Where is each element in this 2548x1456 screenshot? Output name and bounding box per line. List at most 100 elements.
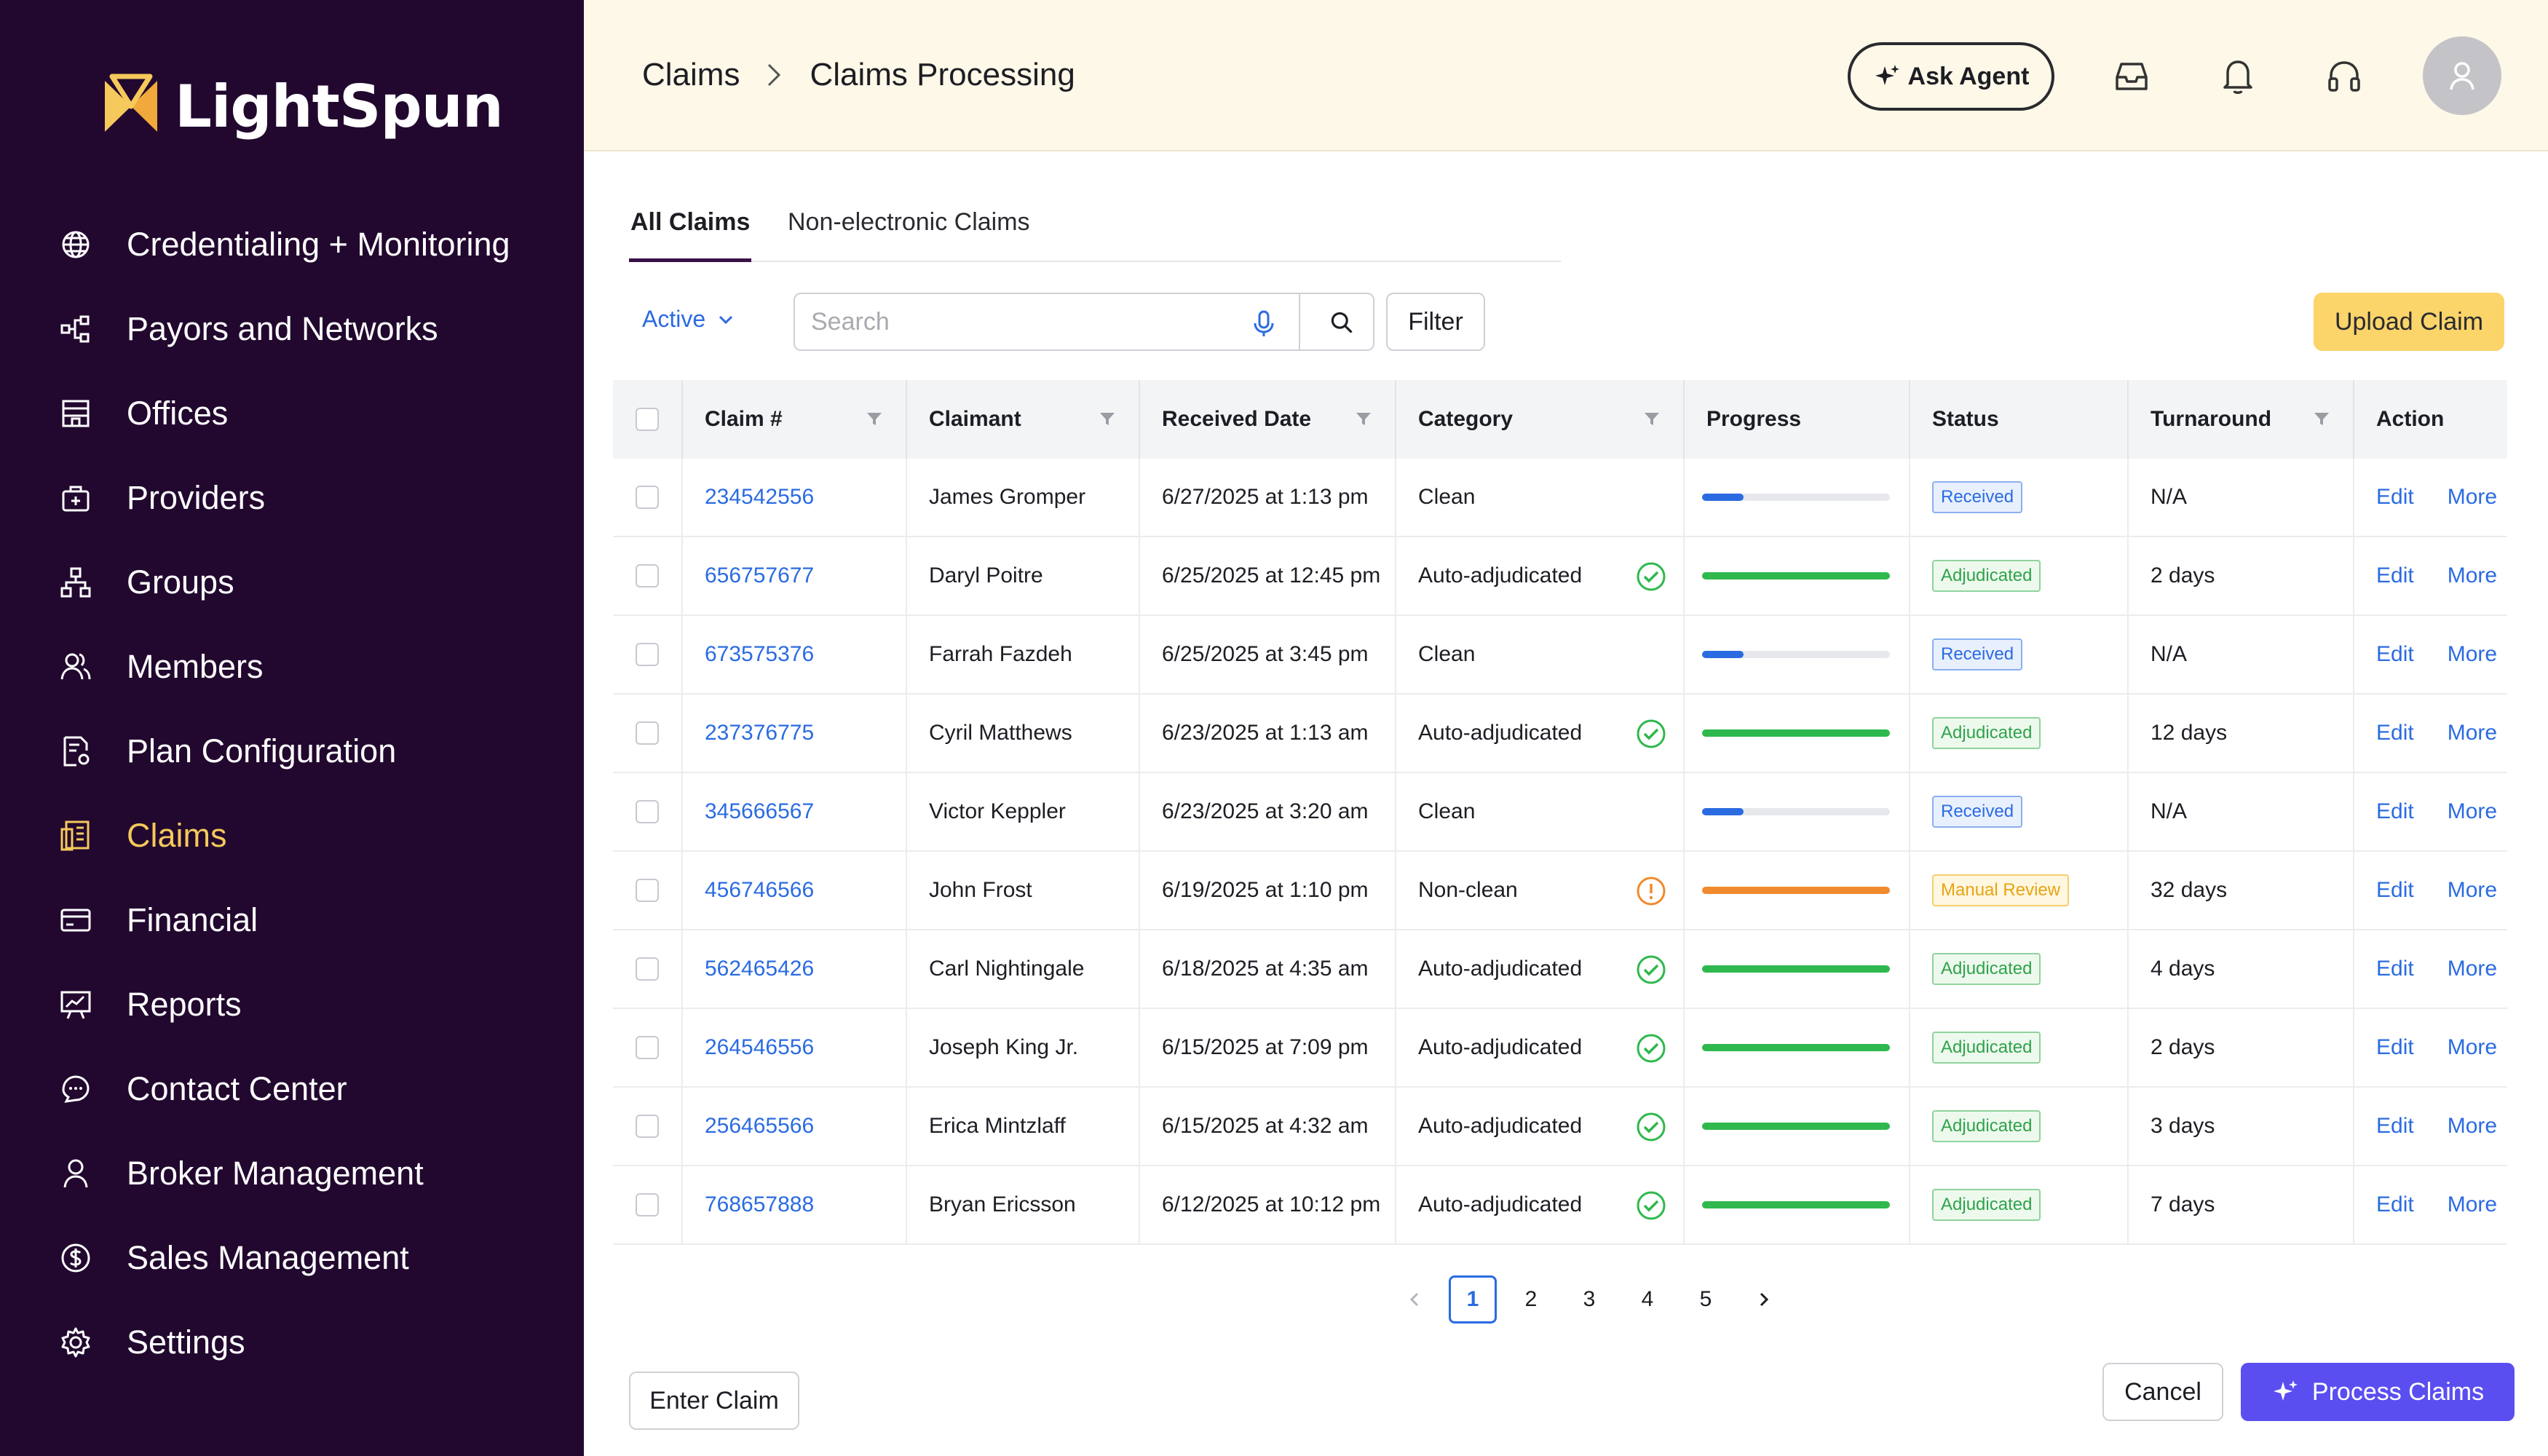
more-link[interactable]: More	[2448, 799, 2497, 824]
ask-agent-button[interactable]: Ask Agent	[1848, 42, 2054, 111]
table-row[interactable]: 264546556 Joseph King Jr. 6/15/2025 at 7:0…	[613, 1009, 2507, 1088]
upload-claim-button[interactable]: Upload Claim	[2314, 293, 2504, 351]
row-checkbox[interactable]	[636, 1115, 659, 1138]
table-row[interactable]: 256465566 Erica Mintzlaff 6/15/2025 at 4:3…	[613, 1088, 2507, 1166]
page-5-button[interactable]: 5	[1682, 1275, 1730, 1324]
page-3-button[interactable]: 3	[1565, 1275, 1613, 1324]
claim-number-link[interactable]: 656757677	[705, 563, 814, 588]
sidebar-item-claims[interactable]: Claims	[58, 794, 568, 878]
select-all-checkbox[interactable]	[636, 408, 659, 431]
filter-icon[interactable]	[1354, 409, 1373, 428]
cancel-button[interactable]: Cancel	[2102, 1363, 2223, 1421]
table-row[interactable]: 345666567 Victor Keppler 6/23/2025 at 3:20…	[613, 773, 2507, 852]
row-checkbox[interactable]	[636, 879, 659, 902]
edit-link[interactable]: Edit	[2376, 1114, 2414, 1139]
table-row[interactable]: 656757677 Daryl Poitre 6/25/2025 at 12:45 …	[613, 537, 2507, 616]
edit-link[interactable]: Edit	[2376, 485, 2414, 510]
row-checkbox[interactable]	[636, 486, 659, 509]
table-row[interactable]: 562465426 Carl Nightingale 6/18/2025 at 4:…	[613, 930, 2507, 1009]
sidebar-item-financial[interactable]: Financial	[58, 878, 568, 962]
row-checkbox[interactable]	[636, 1193, 659, 1216]
edit-link[interactable]: Edit	[2376, 642, 2414, 667]
table-row[interactable]: 456746566 John Frost 6/19/2025 at 1:10 pm N…	[613, 852, 2507, 930]
search-button[interactable]	[1324, 304, 1360, 341]
claim-number-link[interactable]: 673575376	[705, 642, 814, 667]
column-turnaround[interactable]: Turnaround	[2129, 380, 2354, 459]
filter-icon[interactable]	[1642, 409, 1661, 428]
more-link[interactable]: More	[2448, 878, 2497, 903]
sidebar-item-groups[interactable]: Groups	[58, 540, 568, 625]
more-link[interactable]: More	[2448, 957, 2497, 981]
breadcrumb-claims[interactable]: Claims	[642, 57, 740, 93]
more-link[interactable]: More	[2448, 1114, 2497, 1139]
more-link[interactable]: More	[2448, 721, 2497, 745]
table-row[interactable]: 234542556 James Gromper 6/27/2025 at 1:13 …	[613, 459, 2507, 537]
claim-number-link[interactable]: 234542556	[705, 485, 814, 510]
sidebar-item-reports[interactable]: Reports	[58, 962, 568, 1047]
column-status[interactable]: Status	[1910, 380, 2129, 459]
claim-number-link[interactable]: 345666567	[705, 799, 814, 824]
filter-icon[interactable]	[865, 409, 884, 428]
more-link[interactable]: More	[2448, 1035, 2497, 1060]
inbox-icon[interactable]	[2108, 52, 2155, 99]
edit-link[interactable]: Edit	[2376, 563, 2414, 588]
table-row[interactable]: 673575376 Farrah Fazdeh 6/25/2025 at 3:45 …	[613, 616, 2507, 695]
edit-link[interactable]: Edit	[2376, 721, 2414, 745]
process-claims-button[interactable]: Process Claims	[2241, 1363, 2515, 1421]
sidebar-item-contact-center[interactable]: Contact Center	[58, 1047, 568, 1131]
sidebar-item-providers[interactable]: Providers	[58, 456, 568, 540]
row-checkbox[interactable]	[636, 721, 659, 745]
column-claim-number[interactable]: Claim #	[683, 380, 907, 459]
claim-number-link[interactable]: 264546556	[705, 1035, 814, 1060]
column-claimant[interactable]: Claimant	[907, 380, 1140, 459]
claim-number-link[interactable]: 768657888	[705, 1192, 814, 1217]
row-checkbox[interactable]	[636, 957, 659, 981]
brand-logo[interactable]: LightSpun	[102, 70, 504, 143]
row-checkbox[interactable]	[636, 564, 659, 587]
sidebar-item-plan-configuration[interactable]: Plan Configuration	[58, 709, 568, 794]
edit-link[interactable]: Edit	[2376, 1192, 2414, 1217]
sidebar-item-credentialing-monitoring[interactable]: Credentialing + Monitoring	[58, 202, 568, 287]
row-checkbox[interactable]	[636, 643, 659, 666]
more-link[interactable]: More	[2448, 563, 2497, 588]
sidebar-item-sales-management[interactable]: Sales Management	[58, 1216, 568, 1300]
more-link[interactable]: More	[2448, 1192, 2497, 1217]
row-checkbox[interactable]	[636, 800, 659, 823]
claim-number-link[interactable]: 256465566	[705, 1114, 814, 1139]
page-1-button[interactable]: 1	[1449, 1275, 1497, 1324]
headset-icon[interactable]	[2321, 52, 2367, 99]
row-checkbox[interactable]	[636, 1036, 659, 1059]
sidebar-item-offices[interactable]: Offices	[58, 371, 568, 456]
page-2-button[interactable]: 2	[1507, 1275, 1555, 1324]
filter-icon[interactable]	[2312, 409, 2331, 428]
sidebar-item-payors-and-networks[interactable]: Payors and Networks	[58, 287, 568, 371]
sidebar-item-broker-management[interactable]: Broker Management	[58, 1131, 568, 1216]
next-page-button[interactable]	[1740, 1275, 1788, 1324]
filter-button[interactable]: Filter	[1386, 293, 1485, 351]
prev-page-button[interactable]	[1390, 1275, 1439, 1324]
tab-all-claims[interactable]: All Claims	[629, 208, 752, 262]
tab-non-electronic-claims[interactable]: Non-electronic Claims	[788, 208, 1030, 262]
edit-link[interactable]: Edit	[2376, 1035, 2414, 1060]
column-received-date[interactable]: Received Date	[1140, 380, 1396, 459]
column-progress[interactable]: Progress	[1685, 380, 1910, 459]
claim-number-link[interactable]: 237376775	[705, 721, 814, 745]
status-filter-dropdown[interactable]: Active	[642, 306, 736, 333]
edit-link[interactable]: Edit	[2376, 957, 2414, 981]
page-4-button[interactable]: 4	[1623, 1275, 1671, 1324]
edit-link[interactable]: Edit	[2376, 878, 2414, 903]
more-link[interactable]: More	[2448, 485, 2497, 510]
table-row[interactable]: 768657888 Bryan Ericsson 6/12/2025 at 10:1…	[613, 1166, 2507, 1245]
search-input[interactable]	[811, 307, 1262, 336]
microphone-icon[interactable]	[1251, 309, 1277, 338]
edit-link[interactable]: Edit	[2376, 799, 2414, 824]
column-category[interactable]: Category	[1396, 380, 1685, 459]
bell-icon[interactable]	[2215, 52, 2261, 99]
more-link[interactable]: More	[2448, 642, 2497, 667]
avatar[interactable]	[2423, 36, 2501, 115]
filter-icon[interactable]	[1098, 409, 1117, 428]
sidebar-item-members[interactable]: Members	[58, 625, 568, 709]
table-row[interactable]: 237376775 Cyril Matthews 6/23/2025 at 1:13…	[613, 695, 2507, 773]
enter-claim-button[interactable]: Enter Claim	[629, 1372, 799, 1430]
claim-number-link[interactable]: 562465426	[705, 957, 814, 981]
